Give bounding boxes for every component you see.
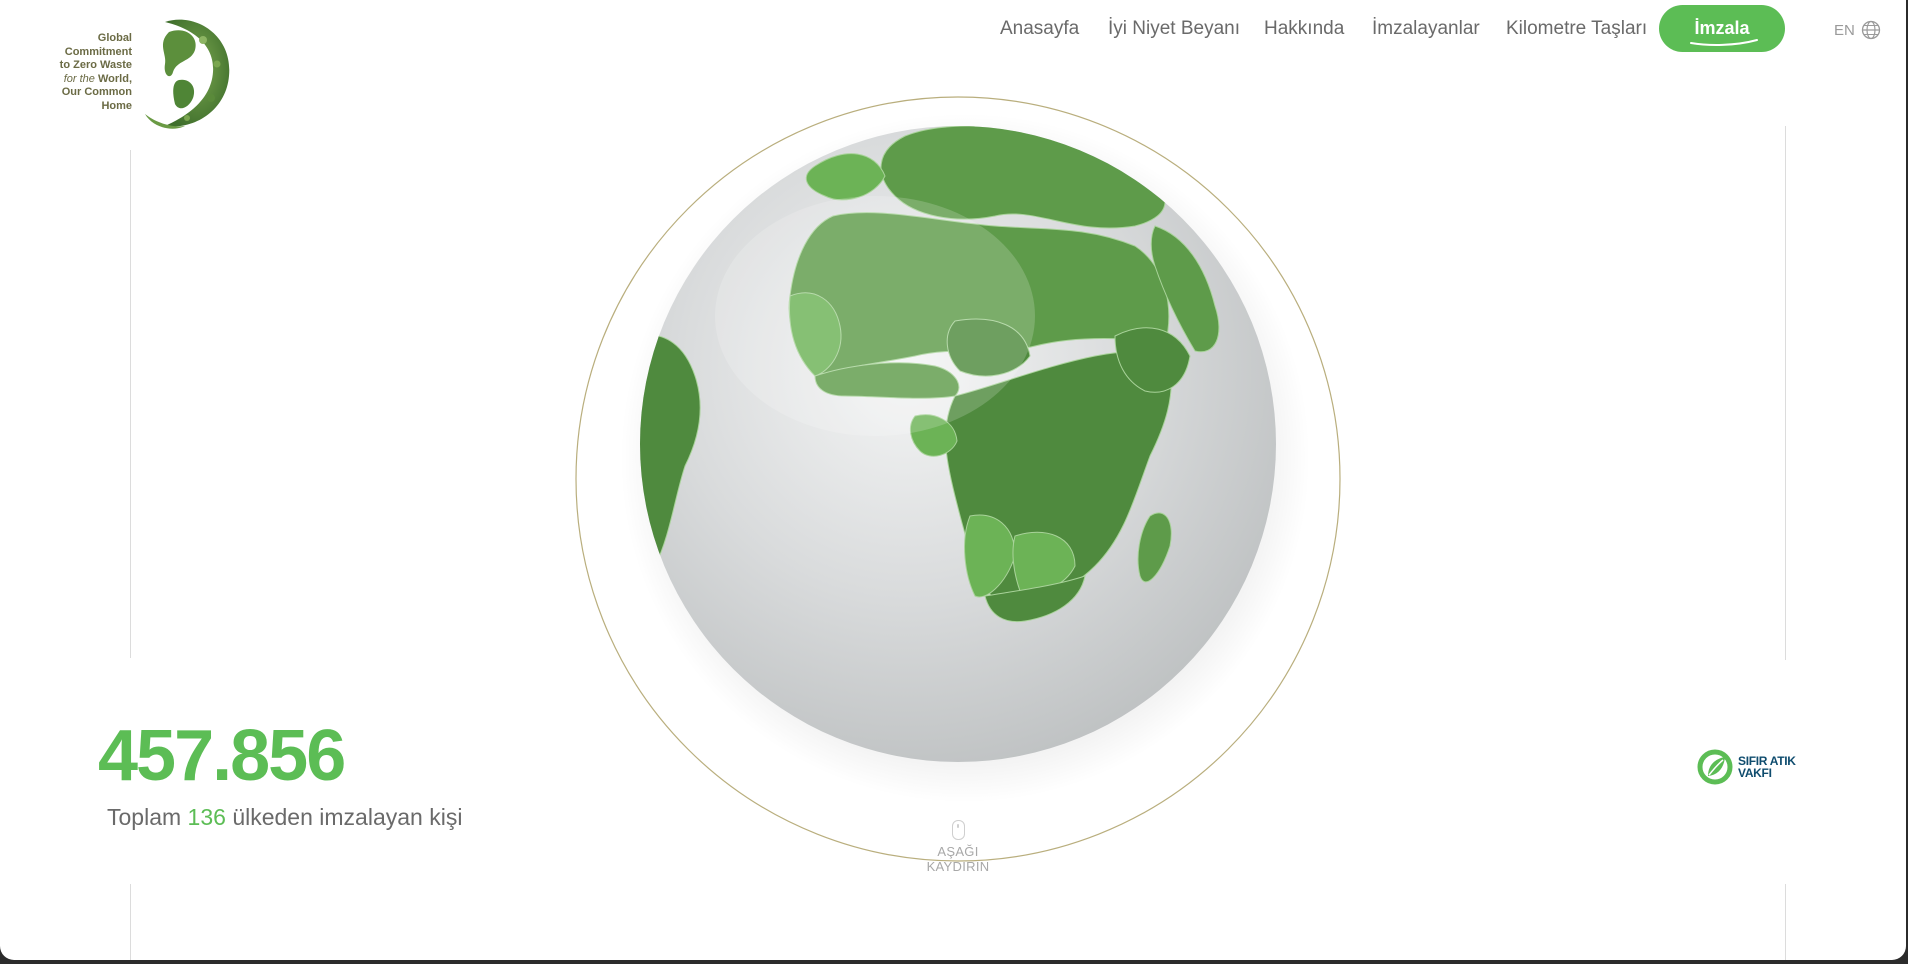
guide-line-right — [1785, 126, 1786, 660]
sign-button-label: İmzala — [1694, 18, 1750, 38]
nav-item-about[interactable]: Hakkında — [1264, 18, 1344, 40]
scroll-label: AŞAĞI KAYDIRIN — [926, 844, 990, 874]
scroll-down-hint[interactable]: AŞAĞI KAYDIRIN — [908, 820, 1008, 874]
sign-button[interactable]: İmzala — [1659, 5, 1785, 52]
page: Global Commitment to Zero Waste for the … — [0, 0, 1906, 960]
caption-suffix: ülkeden imzalayan kişi — [232, 804, 463, 830]
main-nav: Anasayfa İyi Niyet Beyanı Hakkında İmzal… — [0, 0, 1906, 58]
mouse-icon — [951, 820, 965, 840]
guide-line-left-bottom — [130, 884, 131, 960]
total-signatures: 457.856 — [98, 716, 346, 796]
logo-line-italic: for the — [63, 72, 95, 85]
logo-line: Home — [101, 99, 132, 112]
nav-item-signatories[interactable]: İmzalayanlar — [1372, 18, 1480, 40]
logo-line: Our Common — [61, 86, 132, 98]
leaf-ring-icon — [1697, 749, 1733, 785]
swoosh-icon — [1690, 39, 1758, 46]
foundation-logo[interactable]: SIFIR ATIK VAKFI — [1696, 748, 1796, 786]
country-count: 136 — [187, 804, 226, 830]
language-switch[interactable]: EN — [1834, 20, 1881, 40]
globe-icon — [1861, 20, 1880, 40]
guide-line-right-bottom — [1785, 884, 1786, 960]
foundation-name: SIFIR ATIK VAKFI — [1738, 755, 1796, 779]
nav-item-declaration[interactable]: İyi Niyet Beyanı — [1108, 18, 1240, 40]
caption-prefix: Toplam — [107, 804, 182, 830]
logo-line: to Zero Waste — [59, 59, 132, 71]
nav-item-milestones[interactable]: Kilometre Taşları — [1506, 18, 1647, 40]
interactive-globe[interactable] — [575, 96, 1341, 862]
globe-highlight — [715, 196, 1035, 436]
signatures-caption: Toplam 136 ülkeden imzalayan kişi — [107, 804, 462, 831]
logo-line: for the World, — [60, 73, 132, 87]
foundation-line: VAKFI — [1738, 766, 1772, 780]
language-label: EN — [1834, 21, 1855, 39]
nav-item-home[interactable]: Anasayfa — [1000, 18, 1079, 40]
guide-line-left — [130, 150, 131, 658]
